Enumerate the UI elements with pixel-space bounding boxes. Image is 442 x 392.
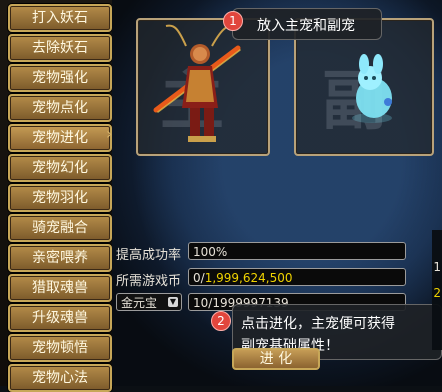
success-rate-value: 100% [193,245,228,259]
right-edge-panel: 1 2 [432,230,442,350]
sidebar-item-upgrade-soul-beast[interactable]: 升级魂兽 [8,304,112,332]
sidebar-item-intimacy-feed[interactable]: 亲密喂养 [8,244,112,272]
tip-1-text: 放入主宠和副宠 [257,18,355,34]
sidebar-item-insert-stone[interactable]: 打入妖石 [8,4,112,32]
monkey-king-icon [153,24,241,142]
sidebar: 打入妖石 去除妖石 宠物强化 宠物点化 宠物进化 宠物幻化 宠物羽化 骑宠融合 … [0,0,112,392]
chevron-down-icon: ▼ [168,297,178,307]
sidebar-item-hunt-soul-beast[interactable]: 猎取魂兽 [8,274,112,302]
sidebar-item-pet-insight[interactable]: 宠物顿悟 [8,334,112,362]
sidebar-item-pet-enlighten[interactable]: 宠物点化 [8,94,112,122]
success-rate-field[interactable]: 100% [188,242,406,260]
evolve-button[interactable]: 进 化 [232,348,320,370]
required-coins-amount: 1,999,624,500 [204,271,293,285]
sidebar-item-remove-stone[interactable]: 去除妖石 [8,34,112,62]
required-coins-label: 所需游戏币 [116,274,182,289]
tip-2-line-1: 点击进化，主宠便可获得 [241,316,395,332]
edge-number-1: 1 [433,260,441,274]
required-coins-prefix: 0/ [193,271,205,285]
currency-select[interactable]: 金元宝 ▼ [116,293,182,311]
active-indicator-icon: › [106,124,113,143]
sidebar-item-mount-merge[interactable]: 骑宠融合 [8,214,112,242]
sidebar-item-pet-transform[interactable]: 宠物幻化 [8,154,112,182]
sidebar-item-pet-evolve[interactable]: 宠物进化 [8,124,112,152]
step-2-badge: 2 [211,311,231,331]
success-rate-label: 提高成功率 [116,248,182,263]
step-1-badge: 1 [223,11,243,31]
tip-callout-1: 1 放入主宠和副宠 [223,8,382,40]
sidebar-item-pet-strengthen[interactable]: 宠物强化 [8,64,112,92]
sidebar-item-pet-wing[interactable]: 宠物羽化 [8,184,112,212]
blue-pet-icon [352,54,392,123]
currency-select-label: 金元宝 [121,296,158,310]
required-coins-field: 0/1,999,624,500 [188,268,406,286]
edge-number-2: 2 [433,286,441,300]
sidebar-item-pet-heart-method[interactable]: 宠物心法 [8,364,112,392]
